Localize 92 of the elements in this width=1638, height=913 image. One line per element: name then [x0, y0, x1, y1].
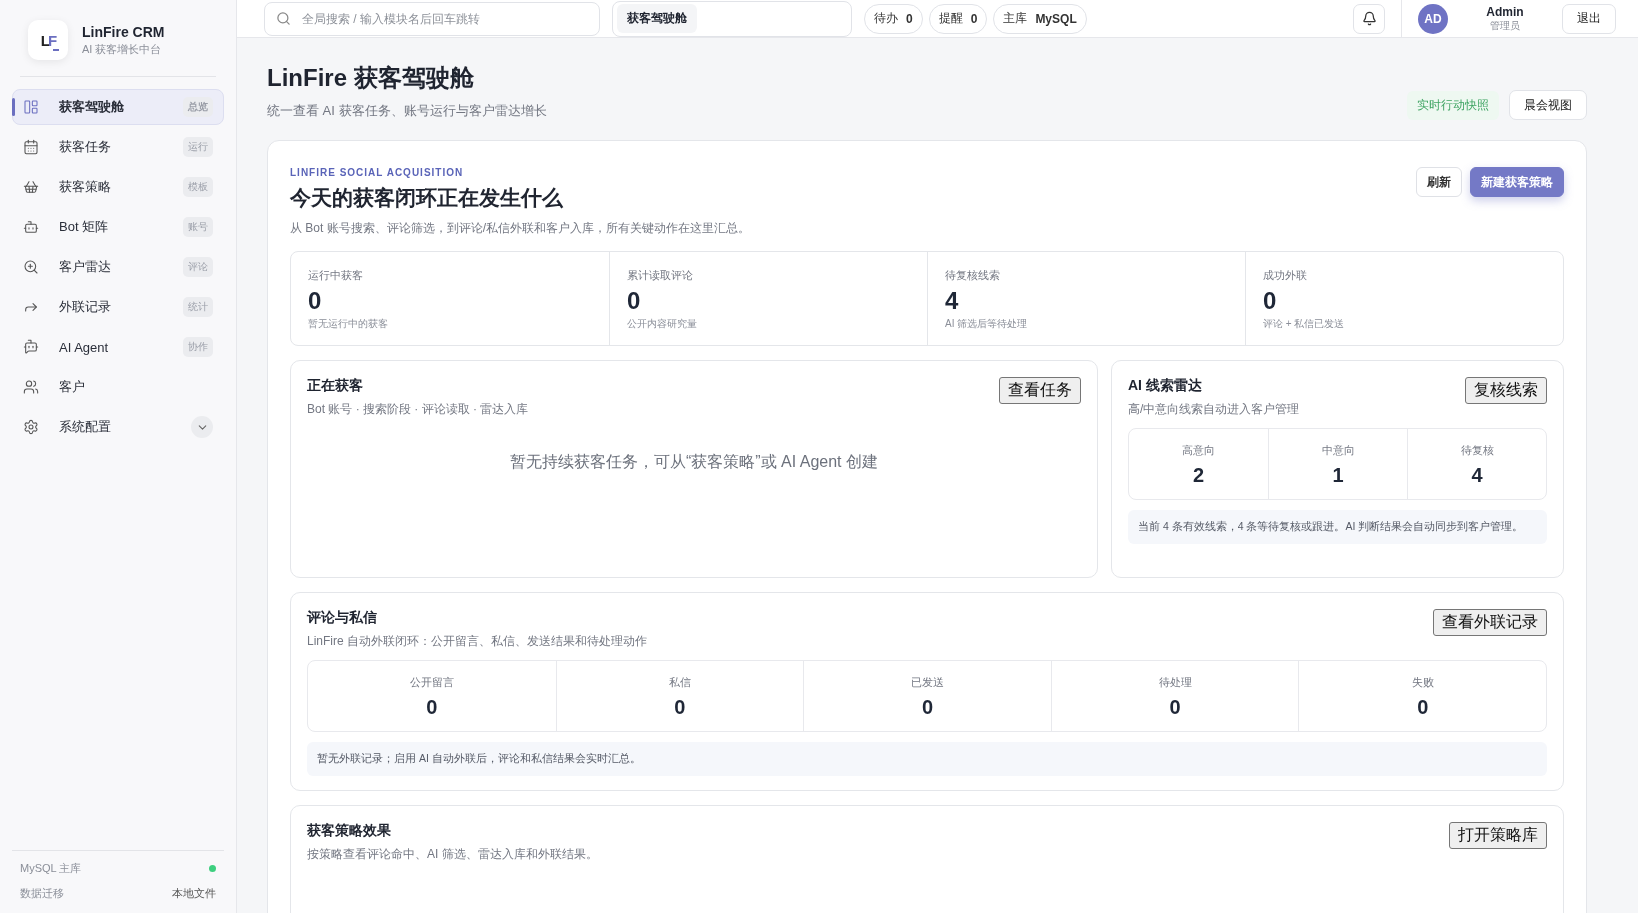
stat-label: 待复核线索	[945, 268, 1001, 283]
users-icon	[23, 379, 39, 395]
footer-value: 本地文件	[172, 886, 216, 901]
footer-label: 数据迁移	[20, 886, 64, 901]
panel-title: 获客策略效果	[307, 822, 392, 840]
search-icon	[276, 10, 291, 26]
stat-note: 暂无运行中的获客	[308, 317, 389, 331]
card-title: 今天的获客闭环正在发生什么	[290, 185, 564, 211]
sidebar-item[interactable]: 外联记录 统计	[12, 289, 224, 325]
stat-value: 0	[1263, 287, 1278, 315]
user-name: Admin	[1485, 4, 1525, 19]
metric-label: 待处理	[1157, 675, 1193, 690]
metric-label: 公开留言	[408, 675, 455, 690]
card-description: 从 Bot 账号搜索、评论筛选，到评论/私信外联和客户入库，所有关键动作在这里汇总。	[290, 220, 750, 237]
panel-button[interactable]: 查看外联记录	[1433, 609, 1547, 636]
nav-badge: 账号	[183, 217, 213, 237]
sidebar-item[interactable]: AI Agent 协作	[12, 329, 224, 365]
layout-icon	[23, 99, 39, 115]
settings-icon	[23, 419, 39, 435]
chevron-icon[interactable]	[191, 416, 213, 438]
refresh-button[interactable]: 刷新	[1416, 167, 1462, 197]
metric-value: 1	[1331, 464, 1345, 487]
nav-badge: 总览	[183, 97, 213, 117]
nav-badge: 统计	[183, 297, 213, 317]
robot-icon	[23, 339, 39, 355]
metric-label: 高意向	[1181, 443, 1216, 458]
brand-tagline: AI 获客增长中台	[82, 41, 163, 57]
stat-note: 公开内容研究量	[627, 317, 698, 331]
panel-button[interactable]: 复核线索	[1465, 377, 1547, 404]
panel-title: 评论与私信	[307, 609, 378, 627]
page-title: LinFire 获客驾驶舱	[267, 63, 475, 93]
user-role: 管理员	[1489, 18, 1521, 33]
metric-value: 0	[425, 696, 439, 719]
stat-note: 评论 + 私信已发送	[1263, 317, 1346, 331]
search-field[interactable]: 全局搜索 / 输入模块名后回车跳转	[264, 1, 600, 36]
notification-button[interactable]	[1353, 3, 1385, 34]
metric-value: 0	[920, 696, 935, 719]
stat-label: 累计读取评论	[627, 268, 694, 283]
panel-title: AI 线索雷达	[1128, 377, 1203, 395]
stat-value: 0	[627, 287, 642, 315]
eyebrow-text: LINFIRE SOCIAL ACQUISITION	[290, 167, 465, 178]
stat-note: AI 筛选后等待处理	[945, 317, 1029, 331]
panel-button[interactable]: 查看任务	[999, 377, 1081, 404]
breadcrumb-tab[interactable]: 获客驾驶舱	[617, 4, 697, 33]
page-subtitle: 统一查看 AI 获客任务、账号运行与客户雷达增长	[267, 102, 547, 120]
logo: LF	[28, 20, 68, 60]
sidebar-item[interactable]: 客户	[12, 369, 224, 405]
sidebar-item[interactable]: 获客策略 模板	[12, 169, 224, 205]
metric-label: 已发送	[910, 675, 945, 690]
metric-label: 待复核	[1459, 443, 1495, 458]
bell-icon	[1361, 11, 1377, 26]
zoom-in-icon	[23, 259, 39, 275]
stat-label: 运行中获客	[308, 268, 364, 283]
sidebar-item[interactable]: 获客任务 运行	[12, 129, 224, 165]
metric-value: 0	[673, 696, 687, 719]
panel-button[interactable]: 打开策略库	[1449, 822, 1547, 849]
metric-label: 私信	[667, 675, 692, 690]
panel-subtitle: 高/中意向线索自动进入客户管理	[1128, 401, 1300, 418]
nav-badge: 模板	[183, 177, 213, 197]
metric-value: 0	[1168, 696, 1182, 719]
view-button[interactable]: 晨会视图	[1509, 90, 1587, 120]
metric-value: 2	[1191, 464, 1206, 487]
nav-badge: 运行	[183, 137, 213, 157]
metric-label: 失败	[1410, 675, 1435, 690]
calendar-icon	[23, 139, 39, 155]
panel-subtitle: LinFire 自动外联闭环：公开留言、私信、发送结果和待处理动作	[307, 633, 647, 650]
stat-value: 0	[308, 287, 323, 315]
live-badge: 实时行动快照	[1407, 90, 1499, 120]
logout-button[interactable]: 退出	[1562, 3, 1616, 34]
status-label: MySQL 主库	[20, 861, 82, 876]
nav-badge: 评论	[183, 257, 213, 277]
metric-value: 0	[1416, 696, 1430, 719]
empty-message: 暂无持续获客任务，可从“获客策略”或 AI Agent 创建	[508, 452, 879, 472]
panel-subtitle: Bot 账号 · 搜索阶段 · 评论读取 · 雷达入库	[307, 401, 529, 418]
metric-label: 中意向	[1320, 443, 1356, 458]
info-note: 当前 4 条有效线索，4 条等待复核或跟进。AI 判断结果会自动同步到客户管理。	[1128, 510, 1547, 544]
sidebar-item[interactable]: Bot 矩阵 账号	[12, 209, 224, 245]
sidebar-item[interactable]: 客户雷达 评论	[12, 249, 224, 285]
panel-subtitle: 按策略查看评论命中、AI 筛选、雷达入库和外联结果。	[307, 846, 598, 863]
sidebar-item[interactable]: 获客驾驶舱 总览	[12, 89, 224, 125]
sidebar-item[interactable]: 系统配置	[12, 409, 224, 445]
stat-value: 4	[945, 287, 960, 315]
brand-name: LinFire CRM	[82, 23, 165, 40]
stat-label: 成功外联	[1263, 268, 1308, 283]
metric-value: 4	[1470, 464, 1484, 487]
panel-title: 正在获客	[307, 377, 364, 395]
basket-icon	[23, 179, 39, 195]
robot-icon	[23, 219, 39, 235]
create-button[interactable]: 新建获客策略	[1470, 167, 1564, 197]
info-note: 暂无外联记录；启用 AI 自动外联后，评论和私信结果会实时汇总。	[307, 742, 1547, 776]
avatar: AD	[1418, 3, 1448, 34]
nav-badge: 协作	[183, 337, 213, 357]
